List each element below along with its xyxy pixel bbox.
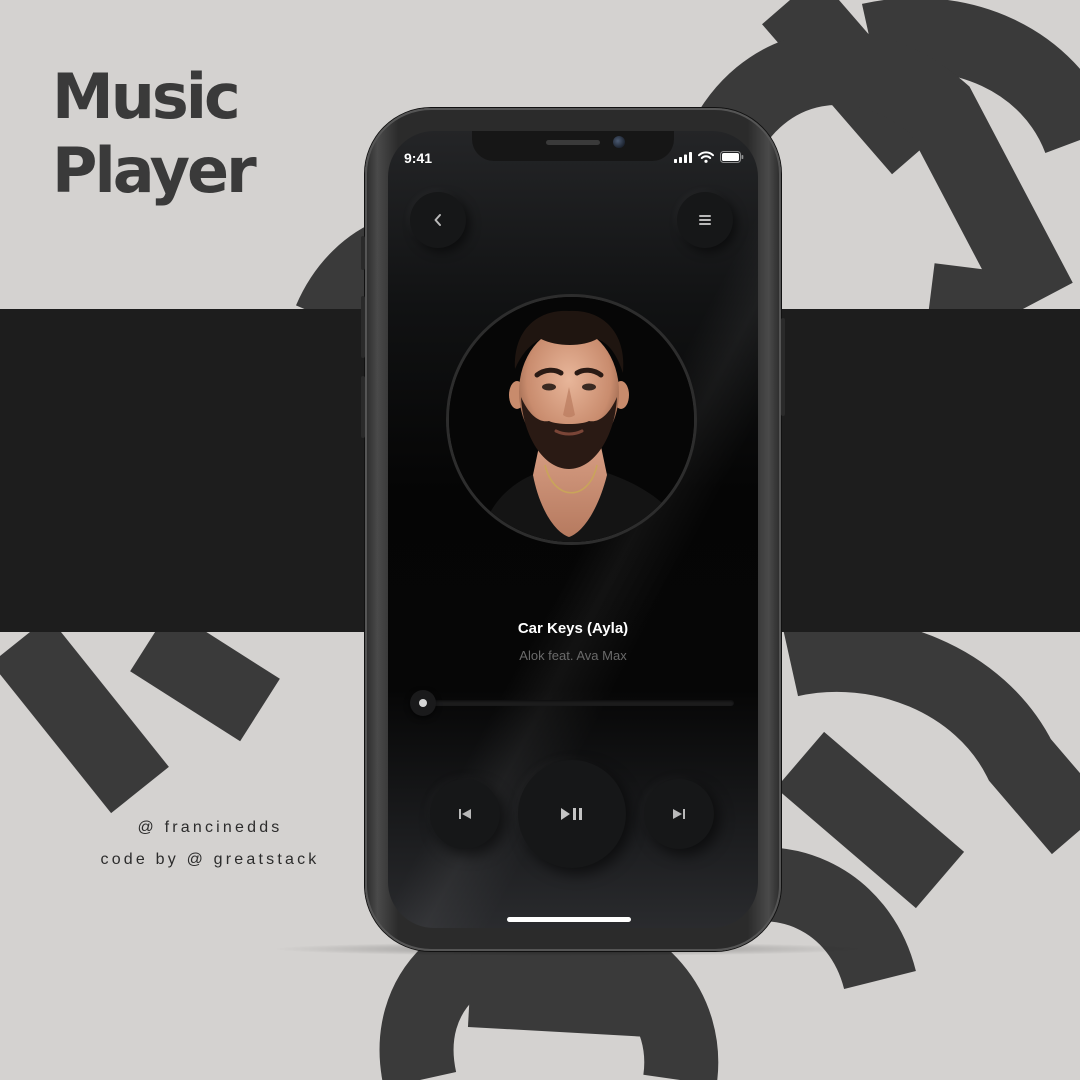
status-time: 9:41 [404,150,433,166]
phone-mute-switch [361,236,365,270]
decor-letter-stroke [0,616,169,814]
song-title: Car Keys (Ayla) [517,620,629,637]
play-pause-icon [561,808,582,820]
credit-code: code by @ greatstack [100,851,320,868]
progress-track[interactable] [412,700,734,706]
poster-title: Music Player [52,60,257,208]
artist-portrait [449,297,694,542]
hamburger-menu-icon [699,215,711,225]
status-icons [674,151,744,163]
album-cover [446,294,697,545]
skip-next-icon [673,809,685,819]
chevron-left-icon [434,214,441,226]
poster-title-line1: Music [52,60,241,133]
menu-button[interactable] [677,192,733,248]
previous-button[interactable] [430,779,500,849]
decor-letter-stroke [130,608,280,742]
poster-title-line2: Player [52,134,257,207]
song-artist: Alok feat. Ava Max [519,648,627,663]
next-button[interactable] [644,779,714,849]
phone-volume-down [361,376,365,438]
progress-knob-dot [419,699,427,707]
progress-knob[interactable] [410,690,436,716]
battery-icon [720,151,744,163]
decor-letter-stroke [467,953,653,1037]
phone-screen: 9:41 Car Keys (Ayla) Alok feat. Ava Max [388,131,758,928]
cellular-signal-icon [674,151,692,163]
front-camera [613,136,625,148]
back-button[interactable] [410,192,466,248]
poster-credits: @ francinedds code by @ greatstack [60,812,360,876]
skip-previous-icon [459,809,471,819]
phone-power-button [781,318,785,416]
phone-speaker [546,140,600,145]
phone-volume-up [361,296,365,358]
phone-notch [472,131,674,161]
play-pause-button[interactable] [518,760,626,868]
wifi-icon [698,151,714,163]
credit-designer: @ francinedds [137,819,283,836]
home-indicator [507,917,631,922]
